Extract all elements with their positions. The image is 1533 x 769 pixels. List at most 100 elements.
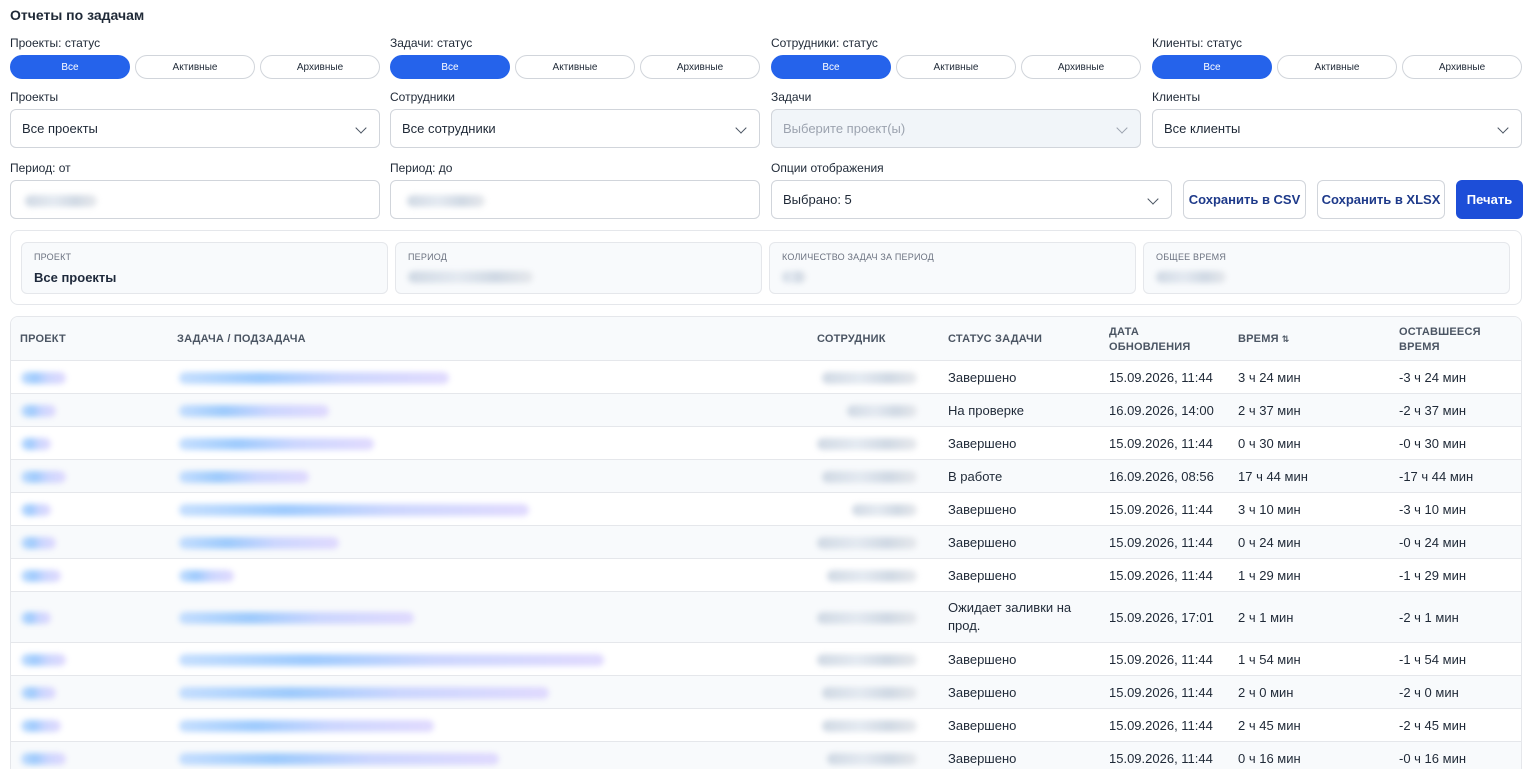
table-row[interactable]: Завершено 15.09.2026, 11:44 2 ч 45 мин -2 ч… [11,709,1521,742]
th-task[interactable]: Задача / подзадача [177,332,306,347]
time-cell: 2 ч 45 мин [1238,718,1301,733]
chevron-down-icon [355,122,367,134]
projects-status-option[interactable]: Все [10,55,130,79]
clients-select-value: Все клиенты [1164,121,1241,136]
clients-status-label: Клиенты: статус [1152,36,1243,50]
table-row[interactable]: Завершено 15.09.2026, 11:44 0 ч 16 мин -0 ч… [11,742,1521,769]
table-row[interactable]: Завершено 15.09.2026, 11:44 1 ч 54 мин -1 ч… [11,643,1521,676]
table-row[interactable]: Завершено 15.09.2026, 11:44 0 ч 30 мин -0 ч… [11,427,1521,460]
updated-cell: 15.09.2026, 17:01 [1109,610,1214,625]
time-cell: 1 ч 54 мин [1238,652,1301,667]
project-cell-redacted [21,687,56,699]
period-to-input[interactable] [390,180,760,219]
employees-select[interactable]: Все сотрудники [390,109,760,148]
clients-status-option[interactable]: Архивные [1402,55,1522,79]
th-time[interactable]: Время ⇅ [1238,332,1289,347]
table-row[interactable]: В работе 16.09.2026, 08:56 17 ч 44 мин -17 … [11,460,1521,493]
table-row[interactable]: Завершено 15.09.2026, 11:44 0 ч 24 мин -0 ч… [11,526,1521,559]
tasks-select-label: Задачи [771,90,812,104]
report-table: Проект Задача / подзадача Сотрудник Стат… [10,316,1522,769]
chevron-down-icon [1497,122,1509,134]
project-cell-redacted [21,372,66,384]
project-cell-redacted [21,471,66,483]
th-project[interactable]: Проект [20,332,66,347]
employee-cell-redacted [847,405,917,417]
table-row[interactable]: Завершено 15.09.2026, 11:44 2 ч 0 мин -2 ч … [11,676,1521,709]
projects-status-option[interactable]: Активные [135,55,255,79]
clients-select[interactable]: Все клиенты [1152,109,1522,148]
remaining-cell: -3 ч 10 мин [1399,502,1467,517]
remaining-cell: -2 ч 37 мин [1399,403,1467,418]
display-options-select[interactable]: Выбрано: 5 [771,180,1172,219]
clients-status-option[interactable]: Активные [1277,55,1397,79]
summary-total-time-redacted [1156,271,1226,283]
tasks-status-option[interactable]: Архивные [640,55,760,79]
sort-icon[interactable]: ⇅ [1282,334,1290,344]
summary-panel: Проект Все проекты Период Количество зад… [10,230,1522,305]
summary-total-time-label: Общее время [1156,252,1227,262]
remaining-cell: -2 ч 0 мин [1399,685,1459,700]
th-remaining[interactable]: Оставшееся время [1399,325,1499,355]
project-cell-redacted [21,720,61,732]
updated-cell: 15.09.2026, 11:44 [1109,535,1213,550]
tasks-select-value: Выберите проект(ы) [783,121,906,136]
th-employee[interactable]: Сотрудник [817,332,886,347]
tasks-select: Выберите проект(ы) [771,109,1141,148]
status-cell: Завершено [948,370,1017,385]
summary-period-label: Период [408,252,448,262]
time-cell: 0 ч 16 мин [1238,751,1301,766]
task-cell-redacted [179,504,529,516]
updated-cell: 15.09.2026, 11:44 [1109,436,1213,451]
tasks-status-option[interactable]: Активные [515,55,635,79]
save-csv-button[interactable]: Сохранить в CSV [1183,180,1306,219]
employee-cell-redacted [817,612,917,624]
status-cell: Завершено [948,718,1017,733]
project-cell-redacted [21,405,56,417]
clients-status-option[interactable]: Все [1152,55,1272,79]
table-row[interactable]: На проверке 16.09.2026, 14:00 2 ч 37 мин -2… [11,394,1521,427]
status-cell: Ожидает заливки на прод. [948,600,1072,633]
period-from-redacted [25,195,97,207]
table-row[interactable]: Завершено 15.09.2026, 11:44 3 ч 24 мин -3 ч… [11,361,1521,394]
task-cell-redacted [179,753,499,765]
employee-cell-redacted [822,687,917,699]
employees-status-segmented: Все Активные Архивные [771,55,1141,79]
remaining-cell: -3 ч 24 мин [1399,370,1467,385]
employees-status-option[interactable]: Все [771,55,891,79]
employees-select-value: Все сотрудники [402,121,496,136]
period-from-input[interactable] [10,180,380,219]
employees-status-label: Сотрудники: статус [771,36,878,50]
save-xlsx-button[interactable]: Сохранить в XLSX [1317,180,1445,219]
project-cell-redacted [21,612,51,624]
status-cell: Завершено [948,652,1017,667]
employees-status-option[interactable]: Активные [896,55,1016,79]
tasks-status-segmented: Все Активные Архивные [390,55,760,79]
projects-status-option[interactable]: Архивные [260,55,380,79]
display-options-value: Выбрано: 5 [783,192,852,207]
projects-select-value: Все проекты [22,121,98,136]
time-cell: 2 ч 1 мин [1238,610,1294,625]
employee-cell-redacted [822,372,917,384]
employees-status-option[interactable]: Архивные [1021,55,1141,79]
status-cell: Завершено [948,535,1017,550]
table-row[interactable]: Завершено 15.09.2026, 11:44 1 ч 29 мин -1 ч… [11,559,1521,592]
clients-select-label: Клиенты [1152,90,1201,104]
table-row[interactable]: Ожидает заливки на прод. 15.09.2026, 17:0… [11,592,1521,643]
th-status[interactable]: Статус задачи [948,332,1042,347]
tasks-status-option[interactable]: Все [390,55,510,79]
page-title: Отчеты по задачам [10,7,145,23]
updated-cell: 15.09.2026, 11:44 [1109,502,1213,517]
projects-select[interactable]: Все проекты [10,109,380,148]
time-cell: 3 ч 10 мин [1238,502,1301,517]
period-to-redacted [407,195,485,207]
print-button[interactable]: Печать [1456,180,1523,219]
remaining-cell: -0 ч 24 мин [1399,535,1467,550]
updated-cell: 16.09.2026, 08:56 [1109,469,1214,484]
project-cell-redacted [21,654,66,666]
display-options-label: Опции отображения [771,161,884,175]
time-cell: 0 ч 24 мин [1238,535,1301,550]
table-row[interactable]: Завершено 15.09.2026, 11:44 3 ч 10 мин -3 ч… [11,493,1521,526]
remaining-cell: -0 ч 30 мин [1399,436,1467,451]
th-updated[interactable]: Дата обновления [1109,325,1209,355]
project-cell-redacted [21,753,66,765]
